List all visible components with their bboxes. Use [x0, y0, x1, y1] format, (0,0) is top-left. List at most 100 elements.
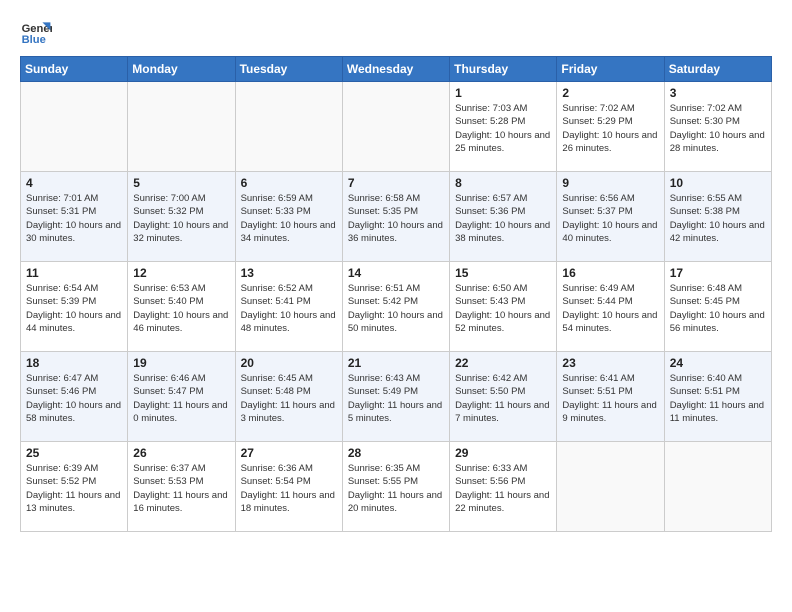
day-info: Sunrise: 6:42 AM Sunset: 5:50 PM Dayligh…: [455, 372, 551, 425]
day-info: Sunrise: 6:43 AM Sunset: 5:49 PM Dayligh…: [348, 372, 444, 425]
day-info: Sunrise: 6:36 AM Sunset: 5:54 PM Dayligh…: [241, 462, 337, 515]
day-info: Sunrise: 6:35 AM Sunset: 5:55 PM Dayligh…: [348, 462, 444, 515]
week-row-1: 1 Sunrise: 7:03 AM Sunset: 5:28 PM Daylig…: [21, 82, 772, 172]
day-cell: 14 Sunrise: 6:51 AM Sunset: 5:42 PM Dayli…: [342, 262, 449, 352]
day-cell: 8 Sunrise: 6:57 AM Sunset: 5:36 PM Daylig…: [450, 172, 557, 262]
day-number: 29: [455, 446, 551, 460]
calendar-table: SundayMondayTuesdayWednesdayThursdayFrid…: [20, 56, 772, 532]
day-header-wednesday: Wednesday: [342, 57, 449, 82]
day-number: 11: [26, 266, 122, 280]
day-cell: 19 Sunrise: 6:46 AM Sunset: 5:47 PM Dayli…: [128, 352, 235, 442]
day-info: Sunrise: 7:03 AM Sunset: 5:28 PM Dayligh…: [455, 102, 551, 155]
day-number: 18: [26, 356, 122, 370]
day-info: Sunrise: 6:37 AM Sunset: 5:53 PM Dayligh…: [133, 462, 229, 515]
day-cell: 1 Sunrise: 7:03 AM Sunset: 5:28 PM Daylig…: [450, 82, 557, 172]
logo: General Blue: [20, 16, 56, 48]
day-info: Sunrise: 6:41 AM Sunset: 5:51 PM Dayligh…: [562, 372, 658, 425]
day-number: 5: [133, 176, 229, 190]
logo-icon: General Blue: [20, 16, 52, 48]
day-cell: 24 Sunrise: 6:40 AM Sunset: 5:51 PM Dayli…: [664, 352, 771, 442]
day-header-sunday: Sunday: [21, 57, 128, 82]
day-info: Sunrise: 6:54 AM Sunset: 5:39 PM Dayligh…: [26, 282, 122, 335]
day-cell: 28 Sunrise: 6:35 AM Sunset: 5:55 PM Dayli…: [342, 442, 449, 532]
day-cell: 3 Sunrise: 7:02 AM Sunset: 5:30 PM Daylig…: [664, 82, 771, 172]
day-cell: [557, 442, 664, 532]
day-number: 13: [241, 266, 337, 280]
day-cell: 22Sunrise: 6:42 AM Sunset: 5:50 PM Dayli…: [450, 352, 557, 442]
day-info: Sunrise: 6:56 AM Sunset: 5:37 PM Dayligh…: [562, 192, 658, 245]
day-header-monday: Monday: [128, 57, 235, 82]
day-number: 26: [133, 446, 229, 460]
day-info: Sunrise: 6:48 AM Sunset: 5:45 PM Dayligh…: [670, 282, 766, 335]
day-info: Sunrise: 7:02 AM Sunset: 5:30 PM Dayligh…: [670, 102, 766, 155]
day-cell: 11 Sunrise: 6:54 AM Sunset: 5:39 PM Dayli…: [21, 262, 128, 352]
day-info: Sunrise: 6:53 AM Sunset: 5:40 PM Dayligh…: [133, 282, 229, 335]
day-number: 8: [455, 176, 551, 190]
day-info: Sunrise: 6:59 AM Sunset: 5:33 PM Dayligh…: [241, 192, 337, 245]
day-info: Sunrise: 6:33 AM Sunset: 5:56 PM Dayligh…: [455, 462, 551, 515]
day-info: Sunrise: 6:58 AM Sunset: 5:35 PM Dayligh…: [348, 192, 444, 245]
day-number: 17: [670, 266, 766, 280]
day-info: Sunrise: 7:02 AM Sunset: 5:29 PM Dayligh…: [562, 102, 658, 155]
day-number: 27: [241, 446, 337, 460]
day-number: 24: [670, 356, 766, 370]
day-number: 7: [348, 176, 444, 190]
week-row-2: 4Sunrise: 7:01 AM Sunset: 5:31 PM Daylig…: [21, 172, 772, 262]
day-info: Sunrise: 6:39 AM Sunset: 5:52 PM Dayligh…: [26, 462, 122, 515]
day-cell: 13 Sunrise: 6:52 AM Sunset: 5:41 PM Dayli…: [235, 262, 342, 352]
day-info: Sunrise: 6:45 AM Sunset: 5:48 PM Dayligh…: [241, 372, 337, 425]
day-info: Sunrise: 6:40 AM Sunset: 5:51 PM Dayligh…: [670, 372, 766, 425]
day-info: Sunrise: 6:49 AM Sunset: 5:44 PM Dayligh…: [562, 282, 658, 335]
day-header-thursday: Thursday: [450, 57, 557, 82]
header: General Blue: [20, 16, 772, 48]
day-number: 9: [562, 176, 658, 190]
day-info: Sunrise: 7:00 AM Sunset: 5:32 PM Dayligh…: [133, 192, 229, 245]
day-cell: 12 Sunrise: 6:53 AM Sunset: 5:40 PM Dayli…: [128, 262, 235, 352]
day-cell: 25 Sunrise: 6:39 AM Sunset: 5:52 PM Dayli…: [21, 442, 128, 532]
day-number: 14: [348, 266, 444, 280]
day-number: 2: [562, 86, 658, 100]
day-cell: 2 Sunrise: 7:02 AM Sunset: 5:29 PM Daylig…: [557, 82, 664, 172]
day-number: 1: [455, 86, 551, 100]
day-info: Sunrise: 6:51 AM Sunset: 5:42 PM Dayligh…: [348, 282, 444, 335]
day-number: 3: [670, 86, 766, 100]
day-info: Sunrise: 7:01 AM Sunset: 5:31 PM Dayligh…: [26, 192, 122, 245]
day-cell: [235, 82, 342, 172]
week-row-3: 11 Sunrise: 6:54 AM Sunset: 5:39 PM Dayli…: [21, 262, 772, 352]
week-row-5: 25 Sunrise: 6:39 AM Sunset: 5:52 PM Dayli…: [21, 442, 772, 532]
day-header-saturday: Saturday: [664, 57, 771, 82]
day-cell: [128, 82, 235, 172]
day-cell: 6 Sunrise: 6:59 AM Sunset: 5:33 PM Daylig…: [235, 172, 342, 262]
day-cell: 20 Sunrise: 6:45 AM Sunset: 5:48 PM Dayli…: [235, 352, 342, 442]
day-header-tuesday: Tuesday: [235, 57, 342, 82]
day-cell: 21Sunrise: 6:43 AM Sunset: 5:49 PM Dayli…: [342, 352, 449, 442]
day-number: 25: [26, 446, 122, 460]
day-cell: 9 Sunrise: 6:56 AM Sunset: 5:37 PM Daylig…: [557, 172, 664, 262]
day-info: Sunrise: 6:57 AM Sunset: 5:36 PM Dayligh…: [455, 192, 551, 245]
day-cell: 16Sunrise: 6:49 AM Sunset: 5:44 PM Dayli…: [557, 262, 664, 352]
day-cell: 26 Sunrise: 6:37 AM Sunset: 5:53 PM Dayli…: [128, 442, 235, 532]
day-cell: [342, 82, 449, 172]
day-number: 12: [133, 266, 229, 280]
day-cell: [664, 442, 771, 532]
day-cell: 18 Sunrise: 6:47 AM Sunset: 5:46 PM Dayli…: [21, 352, 128, 442]
day-number: 20: [241, 356, 337, 370]
day-info: Sunrise: 6:47 AM Sunset: 5:46 PM Dayligh…: [26, 372, 122, 425]
svg-text:Blue: Blue: [22, 34, 46, 46]
day-cell: 4Sunrise: 7:01 AM Sunset: 5:31 PM Daylig…: [21, 172, 128, 262]
week-row-4: 18 Sunrise: 6:47 AM Sunset: 5:46 PM Dayli…: [21, 352, 772, 442]
day-cell: 17 Sunrise: 6:48 AM Sunset: 5:45 PM Dayli…: [664, 262, 771, 352]
day-number: 23: [562, 356, 658, 370]
day-cell: 5 Sunrise: 7:00 AM Sunset: 5:32 PM Daylig…: [128, 172, 235, 262]
day-info: Sunrise: 6:52 AM Sunset: 5:41 PM Dayligh…: [241, 282, 337, 335]
day-number: 15: [455, 266, 551, 280]
day-info: Sunrise: 6:50 AM Sunset: 5:43 PM Dayligh…: [455, 282, 551, 335]
day-header-friday: Friday: [557, 57, 664, 82]
day-info: Sunrise: 6:55 AM Sunset: 5:38 PM Dayligh…: [670, 192, 766, 245]
day-number: 19: [133, 356, 229, 370]
day-number: 28: [348, 446, 444, 460]
day-cell: [21, 82, 128, 172]
day-number: 6: [241, 176, 337, 190]
day-info: Sunrise: 6:46 AM Sunset: 5:47 PM Dayligh…: [133, 372, 229, 425]
day-cell: 15 Sunrise: 6:50 AM Sunset: 5:43 PM Dayli…: [450, 262, 557, 352]
